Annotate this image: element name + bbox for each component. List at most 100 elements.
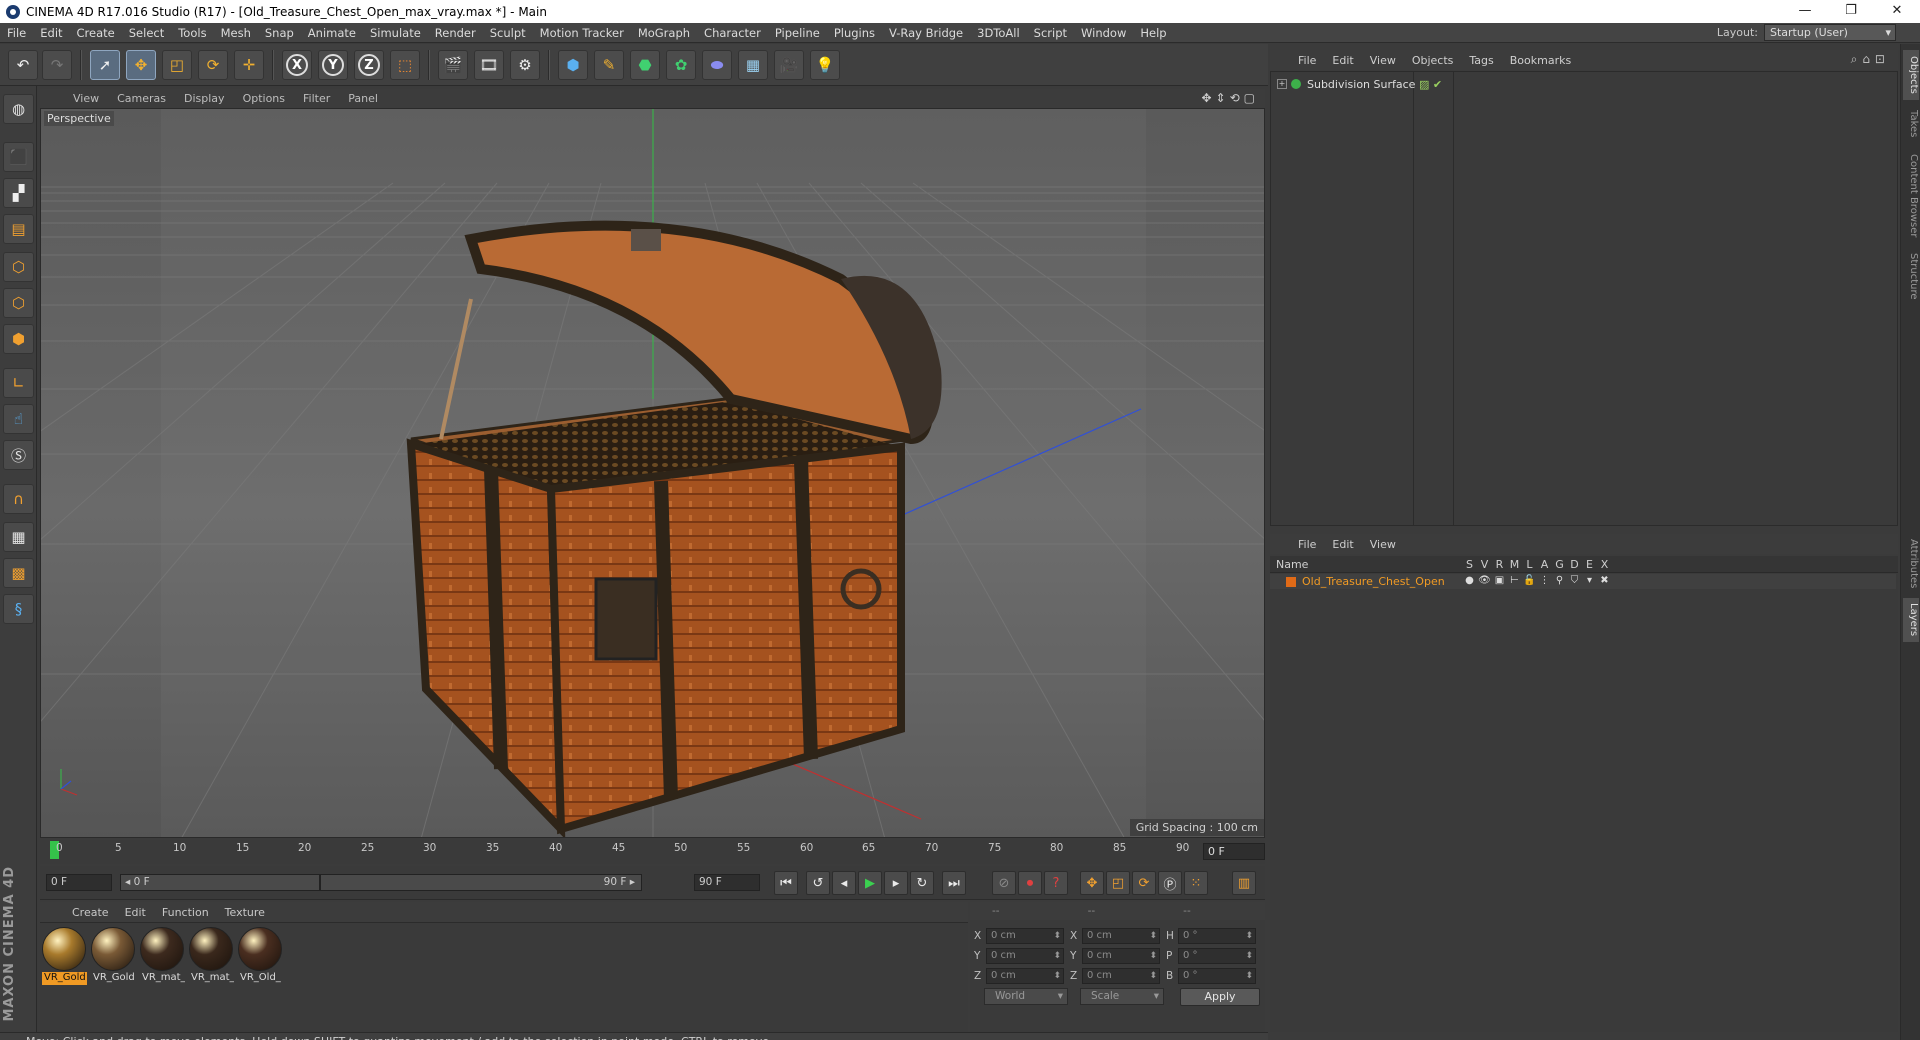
viewport-menu-display[interactable]: Display (175, 92, 234, 105)
menu-pipeline[interactable]: Pipeline (768, 23, 827, 43)
autokeying-icon[interactable]: ? (1044, 871, 1068, 895)
size-z-field[interactable]: 0 cm (1082, 968, 1160, 984)
recent-tool-icon[interactable]: ✛ (234, 50, 264, 80)
preview-range-slider-right[interactable]: 90 F ▸ (320, 874, 642, 891)
previous-frame-icon[interactable]: ◂ (832, 871, 856, 895)
tab-content-browser[interactable]: Content Browser (1903, 148, 1919, 244)
deformer-toggle-icon[interactable]: ⛉ (1567, 575, 1582, 586)
viewport-menu-filter[interactable]: Filter (294, 92, 339, 105)
coordinate-mode-dropdown[interactable]: World (984, 988, 1068, 1005)
play-icon[interactable]: ▶ (858, 871, 882, 895)
tab-layers[interactable]: Layers (1903, 598, 1919, 642)
material-swatch[interactable]: VR_Gold (91, 927, 136, 989)
material-menu-create[interactable]: Create (64, 906, 117, 919)
viewport-menu-options[interactable]: Options (234, 92, 294, 105)
go-to-end-icon[interactable]: ⏭ (942, 871, 966, 895)
key-position-icon[interactable]: ✥ (1080, 871, 1104, 895)
tweak-mode-icon[interactable]: ☝ (3, 404, 34, 434)
menu-plugins[interactable]: Plugins (827, 23, 882, 43)
menu-help[interactable]: Help (1133, 23, 1173, 43)
key-scale-icon[interactable]: ◰ (1106, 871, 1130, 895)
go-to-start-icon[interactable]: ⏮ (774, 871, 798, 895)
redo-icon[interactable]: ↷ (42, 50, 72, 80)
size-x-field[interactable]: 0 cm (1082, 928, 1160, 944)
previous-key-icon[interactable]: ↺ (806, 871, 830, 895)
record-active-objects-icon[interactable]: ⏺ (1018, 871, 1042, 895)
current-frame-field[interactable]: 0 F (1203, 843, 1265, 860)
object-menu-view[interactable]: View (1362, 54, 1404, 67)
z-axis-lock-button[interactable]: Z (354, 50, 384, 80)
make-editable-icon[interactable]: ◍ (3, 94, 34, 124)
menu-render[interactable]: Render (428, 23, 483, 43)
preview-range-slider-left[interactable]: ◂ 0 F (120, 874, 320, 891)
menu-3dtoall[interactable]: 3DToAll (970, 23, 1027, 43)
material-menu-function[interactable]: Function (154, 906, 217, 919)
pen-spline-icon[interactable]: ✎ (594, 50, 624, 80)
layer-menu-file[interactable]: File (1290, 538, 1324, 551)
menu-mesh[interactable]: Mesh (214, 23, 258, 43)
menu-create[interactable]: Create (70, 23, 122, 43)
tab-structure[interactable]: Structure (1903, 248, 1919, 304)
object-menu-bookmarks[interactable]: Bookmarks (1502, 54, 1579, 67)
material-swatch[interactable]: VR_Gold (42, 927, 87, 989)
tab-attributes[interactable]: Attributes (1903, 534, 1919, 594)
rotation-b-field[interactable]: 0 ° (1178, 968, 1256, 984)
apply-button[interactable]: Apply (1180, 988, 1260, 1006)
viewport-menu-panel[interactable]: Panel (339, 92, 387, 105)
polygons-mode-icon[interactable]: ⬢ (3, 324, 34, 354)
material-swatch[interactable]: VR_mat_ (189, 927, 234, 989)
live-selection-icon[interactable]: ➚ (90, 50, 120, 80)
texture-mode-icon[interactable]: ▞ (3, 178, 34, 208)
edit-render-settings-icon[interactable]: ⚙ (510, 50, 540, 80)
rotation-p-field[interactable]: 0 ° (1178, 948, 1256, 964)
generator-toggle-icon[interactable]: ⚲ (1552, 575, 1567, 586)
viewport-menu-cameras[interactable]: Cameras (108, 92, 175, 105)
move-tool-icon[interactable]: ✥ (126, 50, 156, 80)
position-z-field[interactable]: 0 cm (986, 968, 1064, 984)
undo-icon[interactable]: ↶ (8, 50, 38, 80)
object-manager-search-home-icons[interactable]: ⌕⌂⊡ (1851, 52, 1890, 67)
lock-toggle-icon[interactable]: 🔓 (1522, 575, 1537, 586)
viewport-navigation-icons[interactable]: ✥⇕⟲▢ (1201, 91, 1259, 105)
expression-toggle-icon[interactable]: ▾ (1582, 575, 1597, 586)
rotation-h-field[interactable]: 0 ° (1178, 928, 1256, 944)
snap-icon[interactable]: Ⓢ (3, 440, 34, 470)
close-button[interactable]: ✕ (1874, 0, 1920, 23)
python-icon[interactable]: § (3, 594, 34, 624)
menu-file[interactable]: File (0, 23, 33, 43)
material-menu-texture[interactable]: Texture (217, 906, 273, 919)
menu-character[interactable]: Character (697, 23, 768, 43)
light-icon[interactable]: 💡 (810, 50, 840, 80)
next-frame-icon[interactable]: ▸ (884, 871, 908, 895)
camera-icon[interactable]: 🎥 (774, 50, 804, 80)
timeline-window-icon[interactable]: ▥ (1232, 871, 1256, 895)
menu-edit[interactable]: Edit (33, 23, 69, 43)
axis-mode-icon[interactable]: ∟ (3, 368, 34, 398)
tab-objects[interactable]: Objects (1903, 50, 1919, 100)
key-rotation-icon[interactable]: ⟳ (1132, 871, 1156, 895)
menu-script[interactable]: Script (1027, 23, 1074, 43)
object-menu-objects[interactable]: Objects (1404, 54, 1462, 67)
timeline-ruler[interactable]: 0 5 10 15 20 25 30 35 40 45 50 55 60 65 … (40, 840, 1265, 864)
material-swatch[interactable]: VR_Old_ (238, 927, 283, 989)
subdivision-surface-icon[interactable]: ⬣ (630, 50, 660, 80)
rotate-tool-icon[interactable]: ⟳ (198, 50, 228, 80)
menu-motion-tracker[interactable]: Motion Tracker (533, 23, 631, 43)
minimize-button[interactable]: — (1782, 0, 1828, 23)
workplane-mode-icon[interactable]: ▤ (3, 214, 34, 244)
view-toggle-icon[interactable]: 👁 (1477, 575, 1492, 586)
render-to-picture-viewer-icon[interactable]: 🎞 (474, 50, 504, 80)
menu-sculpt[interactable]: Sculpt (483, 23, 533, 43)
menu-animate[interactable]: Animate (301, 23, 363, 43)
xref-toggle-icon[interactable]: ✖ (1597, 575, 1612, 586)
material-swatch[interactable]: VR_mat_ (140, 927, 185, 989)
object-row-subdivision-surface[interactable]: + Subdivision Surface ▨ ✔ (1271, 76, 1897, 92)
solo-toggle-icon[interactable]: ● (1462, 575, 1477, 586)
edges-mode-icon[interactable]: ⬡ (3, 288, 34, 318)
object-menu-edit[interactable]: Edit (1324, 54, 1361, 67)
menu-mograph[interactable]: MoGraph (631, 23, 697, 43)
x-axis-lock-button[interactable]: X (282, 50, 312, 80)
position-x-field[interactable]: 0 cm (986, 928, 1064, 944)
size-y-field[interactable]: 0 cm (1082, 948, 1160, 964)
tab-takes[interactable]: Takes (1903, 104, 1919, 144)
